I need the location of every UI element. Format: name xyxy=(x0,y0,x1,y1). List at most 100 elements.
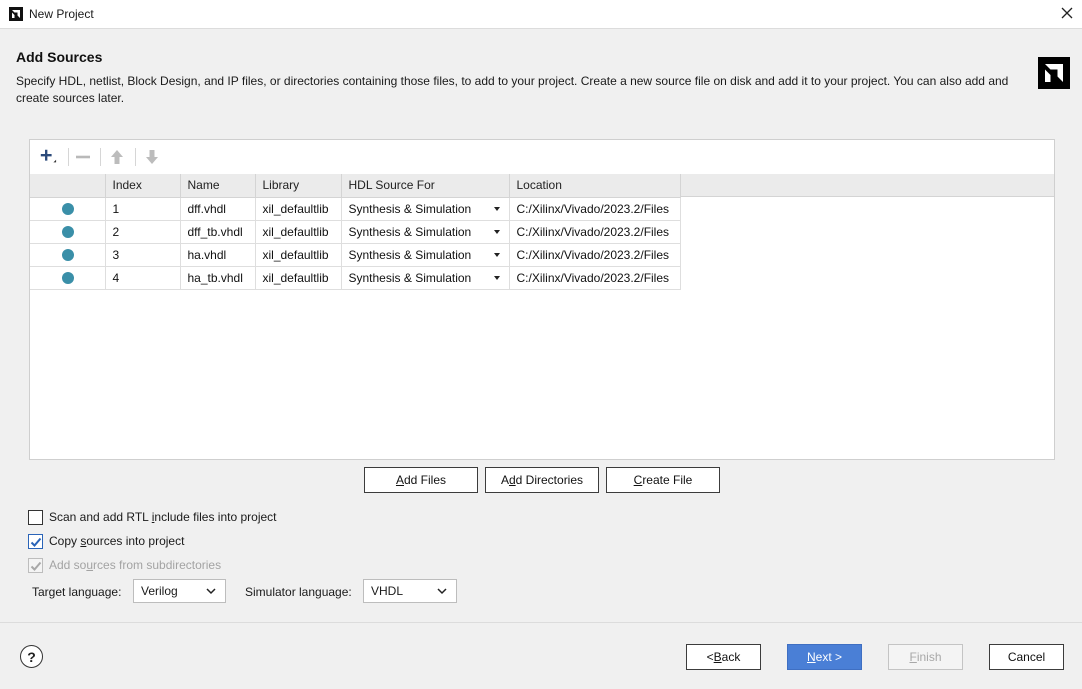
arrow-down-icon[interactable] xyxy=(143,148,161,166)
back-label-pre: < xyxy=(706,650,714,664)
add-subdirectories-label-pre: Add so xyxy=(49,558,87,572)
location-cell: C:/Xilinx/Vivado/2023.2/Files xyxy=(509,243,681,267)
sources-table-panel: Index Name Library HDL Source For Locati… xyxy=(29,139,1055,460)
hdl-source-for-dropdown[interactable]: Synthesis & Simulation xyxy=(341,220,510,244)
add-directories-label-pre: A xyxy=(500,473,509,487)
status-cell xyxy=(30,266,106,290)
next-label: ext > xyxy=(815,650,843,664)
create-file-label: reate File xyxy=(642,473,693,487)
finish-label: inish xyxy=(916,650,942,664)
chevron-down-icon[interactable] xyxy=(493,206,500,211)
cancel-button[interactable]: Cancel xyxy=(989,644,1064,670)
chevron-down-icon xyxy=(437,588,447,595)
footer-divider xyxy=(0,622,1082,623)
finish-button: Finish xyxy=(888,644,963,670)
chevron-down-icon[interactable] xyxy=(493,229,500,234)
name-cell: ha_tb.vhdl xyxy=(180,266,256,290)
column-header-status[interactable] xyxy=(30,174,106,198)
library-cell[interactable]: xil_defaultlib xyxy=(255,266,342,290)
chevron-down-icon[interactable] xyxy=(493,252,500,257)
column-header-location[interactable]: Location xyxy=(509,174,681,198)
library-cell[interactable]: xil_defaultlib xyxy=(255,220,342,244)
index-cell: 3 xyxy=(105,243,181,267)
status-dot-icon xyxy=(62,248,74,261)
location-cell: C:/Xilinx/Vivado/2023.2/Files xyxy=(509,220,681,244)
copy-sources-checkbox[interactable] xyxy=(28,533,43,549)
window-title: New Project xyxy=(29,7,94,21)
hdl-source-for-dropdown[interactable]: Synthesis & Simulation xyxy=(341,197,510,221)
scan-rtl-label-pre: Scan and add RTL xyxy=(49,510,152,524)
column-header-library[interactable]: Library xyxy=(255,174,342,198)
scan-rtl-option[interactable]: Scan and add RTL include files into proj… xyxy=(28,508,277,526)
check-icon xyxy=(30,561,42,571)
add-directories-mnemonic: d xyxy=(508,473,516,487)
chevron-down-icon xyxy=(206,588,216,595)
location-cell: C:/Xilinx/Vivado/2023.2/Files xyxy=(509,197,681,221)
copy-sources-label-rest: ources into project xyxy=(86,534,185,548)
index-cell: 2 xyxy=(105,220,181,244)
back-button[interactable]: < Back xyxy=(686,644,761,670)
table-row[interactable]: 2 dff_tb.vhdl xil_defaultlib Synthesis &… xyxy=(30,220,681,244)
add-subdirectories-label-rest: rces from subdirectories xyxy=(93,558,222,572)
column-header-index[interactable]: Index xyxy=(105,174,181,198)
name-cell: ha.vhdl xyxy=(180,243,256,267)
create-file-button[interactable]: Create File xyxy=(606,467,720,493)
target-language-label: Target language: xyxy=(32,585,122,599)
minus-icon[interactable] xyxy=(74,148,92,166)
sources-table: Index Name Library HDL Source For Locati… xyxy=(30,174,681,290)
scan-rtl-label-rest: nclude files into project xyxy=(154,510,277,524)
amd-logo-icon xyxy=(9,7,23,21)
back-mnemonic: B xyxy=(713,650,722,664)
name-cell: dff_tb.vhdl xyxy=(180,220,256,244)
hdl-source-for-dropdown[interactable]: Synthesis & Simulation xyxy=(341,266,510,290)
column-header-name[interactable]: Name xyxy=(180,174,256,198)
back-label: ack xyxy=(721,650,741,664)
status-dot-icon xyxy=(62,202,74,215)
index-cell: 1 xyxy=(105,197,181,221)
simulator-language-select[interactable]: VHDL xyxy=(363,579,457,603)
status-dot-icon xyxy=(62,271,74,284)
table-header-row: Index Name Library HDL Source For Locati… xyxy=(30,174,681,198)
close-icon[interactable] xyxy=(1060,6,1074,20)
add-subdirectories-checkbox xyxy=(28,557,43,573)
target-language-select[interactable]: Verilog xyxy=(133,579,226,603)
table-row[interactable]: 1 dff.vhdl xil_defaultlib Synthesis & Si… xyxy=(30,197,681,221)
location-cell: C:/Xilinx/Vivado/2023.2/Files xyxy=(509,266,681,290)
status-cell xyxy=(30,243,106,267)
index-cell: 4 xyxy=(105,266,181,290)
library-cell[interactable]: xil_defaultlib xyxy=(255,197,342,221)
status-dot-icon xyxy=(62,225,74,238)
plus-icon[interactable] xyxy=(39,148,57,166)
column-header-hdl-source-for[interactable]: HDL Source For xyxy=(341,174,510,198)
page-description: Specify HDL, netlist, Block Design, and … xyxy=(16,74,1009,105)
simulator-language-label: Simulator language: xyxy=(245,585,352,599)
chevron-down-icon[interactable] xyxy=(493,275,500,280)
hdl-source-for-value: Synthesis & Simulation xyxy=(348,270,472,285)
library-cell[interactable]: xil_defaultlib xyxy=(255,243,342,267)
hdl-source-for-value: Synthesis & Simulation xyxy=(348,201,472,216)
simulator-language-value: VHDL xyxy=(371,584,404,598)
table-row[interactable]: 4 ha_tb.vhdl xil_defaultlib Synthesis & … xyxy=(30,266,681,290)
add-directories-label: d Directories xyxy=(515,473,584,487)
target-language-value: Verilog xyxy=(141,584,178,598)
add-files-mnemonic: A xyxy=(395,473,404,487)
next-mnemonic: N xyxy=(806,650,816,664)
toolbar-separator xyxy=(135,148,136,166)
status-cell xyxy=(30,220,106,244)
add-directories-button[interactable]: Add Directories xyxy=(485,467,599,493)
hdl-source-for-value: Synthesis & Simulation xyxy=(348,247,472,262)
title-bar: New Project xyxy=(0,0,1082,29)
help-icon[interactable]: ? xyxy=(20,645,43,668)
add-subdirectories-label: Add sources from subdirectories xyxy=(49,558,221,572)
next-button[interactable]: Next > xyxy=(787,644,862,670)
scan-rtl-checkbox[interactable] xyxy=(28,509,43,525)
hdl-source-for-dropdown[interactable]: Synthesis & Simulation xyxy=(341,243,510,267)
table-row[interactable]: 3 ha.vhdl xil_defaultlib Synthesis & Sim… xyxy=(30,243,681,267)
copy-sources-label: Copy sources into project xyxy=(49,534,184,548)
arrow-up-icon[interactable] xyxy=(108,148,126,166)
create-file-mnemonic: C xyxy=(633,473,643,487)
add-files-button[interactable]: Add Files xyxy=(364,467,478,493)
copy-sources-option[interactable]: Copy sources into project xyxy=(28,532,184,550)
add-files-label: dd Files xyxy=(403,473,447,487)
amd-logo-icon xyxy=(1038,57,1070,89)
